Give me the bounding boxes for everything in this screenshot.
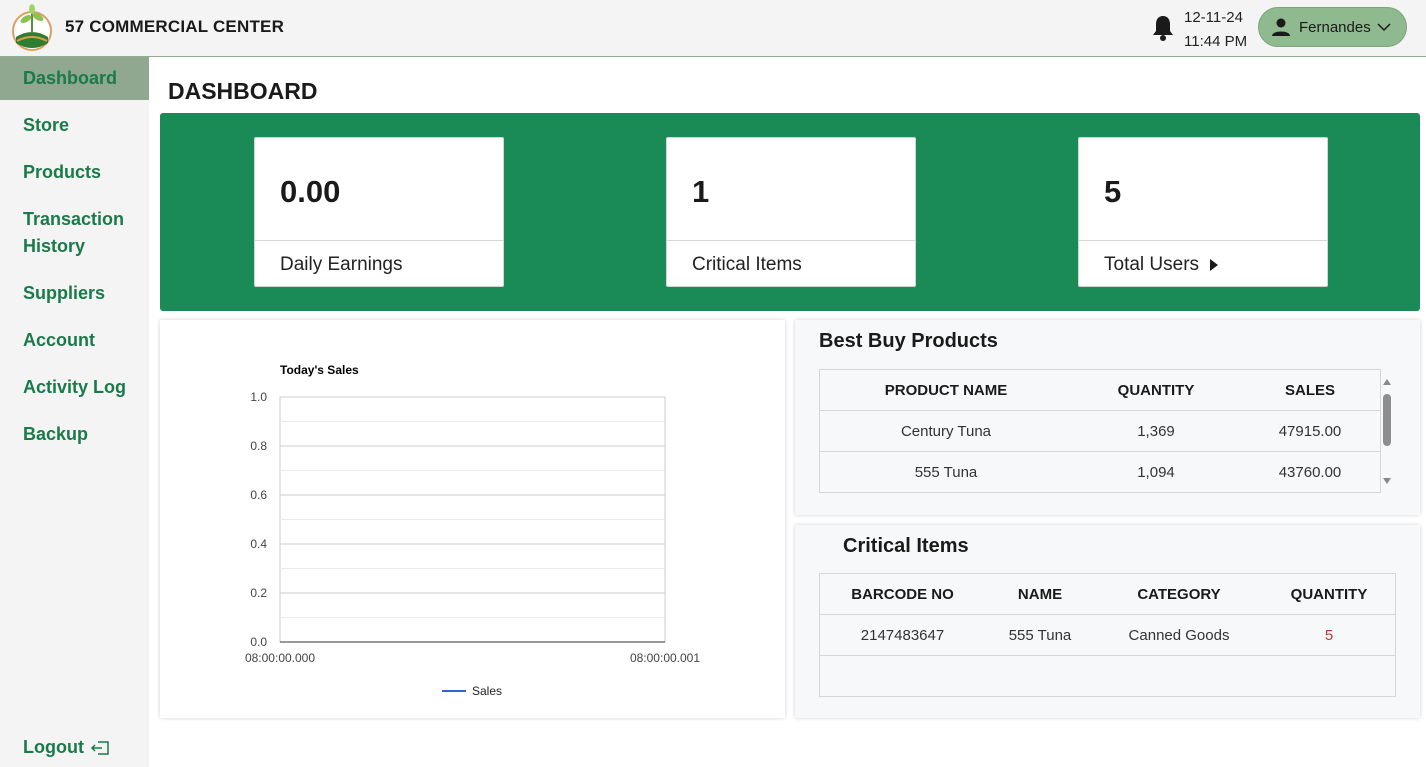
total-users-text: Total Users: [1104, 254, 1200, 275]
stats-panel: 0.00 Daily Earnings 1 Critical Items 5 T…: [160, 113, 1420, 311]
sidebar-item-suppliers[interactable]: Suppliers: [0, 280, 149, 307]
caret-right-icon[interactable]: [1209, 258, 1219, 272]
sidebar-item-activity-log[interactable]: Activity Log: [0, 374, 149, 401]
user-name: Fernandes: [1299, 18, 1371, 36]
table-row[interactable]: 555 Tuna 1,094 43760.00: [820, 452, 1380, 493]
chevron-down-icon: [1377, 23, 1391, 32]
scroll-down-icon: [1383, 478, 1391, 484]
table-header-row: BARCODE NO NAME CATEGORY QUANTITY: [820, 574, 1395, 615]
quantity-cell: 1,094: [1137, 463, 1175, 481]
stat-card-daily-earnings: 0.00 Daily Earnings: [254, 137, 504, 287]
sidebar: Dashboard Store Products Transaction His…: [0, 57, 149, 767]
y-tick-label: 1.0: [250, 390, 267, 404]
sales-chart-panel: Today's Sales 1.0 0.8 0.6 0.4 0.2 0.0 08:00:0…: [160, 320, 785, 718]
header-quantity: QUANTITY: [1117, 381, 1195, 399]
top-bar: 57 COMMERCIAL CENTER 12-11-24 11:44 PM F…: [0, 0, 1426, 57]
critical-items-label: Critical Items: [692, 254, 802, 275]
header-quantity: QUANTITY: [1290, 585, 1368, 603]
best-buy-title: Best Buy Products: [819, 330, 998, 352]
stat-card-total-users[interactable]: 5 Total Users: [1078, 137, 1328, 287]
y-tick-label: 0.2: [250, 586, 267, 600]
legend-label[interactable]: Sales: [472, 684, 502, 698]
daily-earnings-label: Daily Earnings: [280, 254, 403, 275]
header-barcode: BARCODE NO: [851, 585, 954, 603]
header-name: NAME: [1017, 585, 1063, 603]
brand-name: 57 COMMERCIAL CENTER: [65, 17, 285, 36]
sidebar-item-account[interactable]: Account: [0, 327, 149, 354]
sales-cell: 43760.00: [1278, 463, 1342, 481]
divider: [1079, 240, 1327, 241]
total-users-label[interactable]: Total Users: [1104, 254, 1219, 276]
quantity-cell: 5: [1324, 626, 1334, 644]
user-icon: [1272, 18, 1290, 36]
date-time: 12-11-24 11:44 PM: [1184, 6, 1247, 54]
product-name-cell: Century Tuna: [900, 422, 992, 440]
user-menu-button[interactable]: Fernandes: [1258, 7, 1407, 47]
page-title: DASHBOARD: [168, 78, 318, 104]
logo-icon: [12, 4, 52, 51]
x-tick-label: 08:00:00.001: [630, 651, 700, 665]
barcode-cell: 2147483647: [860, 626, 945, 644]
sidebar-item-store[interactable]: Store: [0, 112, 149, 139]
current-date: 12-11-24: [1184, 9, 1243, 26]
logout-icon: [90, 740, 109, 755]
y-tick-label: 0.0: [250, 635, 267, 649]
divider: [255, 240, 503, 241]
logout-label: Logout: [23, 737, 84, 757]
sidebar-item-backup[interactable]: Backup: [0, 421, 149, 448]
header-category: CATEGORY: [1137, 585, 1221, 603]
header-product-name: PRODUCT NAME: [884, 381, 1008, 399]
sales-chart: Today's Sales 1.0 0.8 0.6 0.4 0.2 0.0 08:00:0…: [245, 363, 700, 698]
y-tick-label: 0.8: [250, 439, 267, 453]
stat-card-critical-items: 1 Critical Items: [666, 137, 916, 287]
table-header-row: PRODUCT NAME QUANTITY SALES: [820, 370, 1380, 411]
table-row[interactable]: 2147483647 555 Tuna Canned Goods 5: [820, 615, 1395, 656]
chart-title: Today's Sales: [280, 363, 359, 377]
scroll-up-icon: [1383, 379, 1391, 385]
best-buy-scrollbar[interactable]: [1380, 374, 1394, 488]
current-time: 11:44 PM: [1184, 33, 1248, 50]
best-buy-table: PRODUCT NAME QUANTITY SALES Century Tuna…: [819, 369, 1381, 493]
sidebar-item-transaction-history[interactable]: Transaction History: [0, 206, 149, 260]
name-cell: 555 Tuna: [1008, 626, 1072, 644]
x-tick-label: 08:00:00.000: [245, 651, 315, 665]
scroll-thumb: [1383, 394, 1391, 446]
sidebar-item-dashboard[interactable]: Dashboard: [0, 57, 149, 100]
critical-items-value: 1: [692, 174, 710, 209]
critical-items-title: Critical Items: [843, 535, 969, 557]
header-sales: SALES: [1284, 381, 1335, 399]
category-cell: Canned Goods: [1128, 626, 1230, 644]
daily-earnings-value: 0.00: [280, 174, 341, 209]
logout-button[interactable]: Logout: [23, 737, 110, 758]
sales-cell: 47915.00: [1278, 422, 1342, 440]
quantity-cell: 1,369: [1137, 422, 1175, 440]
product-name-cell: 555 Tuna: [914, 463, 978, 481]
critical-items-table: BARCODE NO NAME CATEGORY QUANTITY 214748…: [819, 573, 1396, 697]
y-tick-label: 0.6: [250, 488, 267, 502]
y-tick-label: 0.4: [250, 537, 267, 551]
total-users-value: 5: [1104, 174, 1122, 209]
table-row[interactable]: Century Tuna 1,369 47915.00: [820, 411, 1380, 452]
bell-icon[interactable]: [1151, 14, 1175, 42]
sidebar-item-products[interactable]: Products: [0, 159, 149, 186]
divider: [667, 240, 915, 241]
